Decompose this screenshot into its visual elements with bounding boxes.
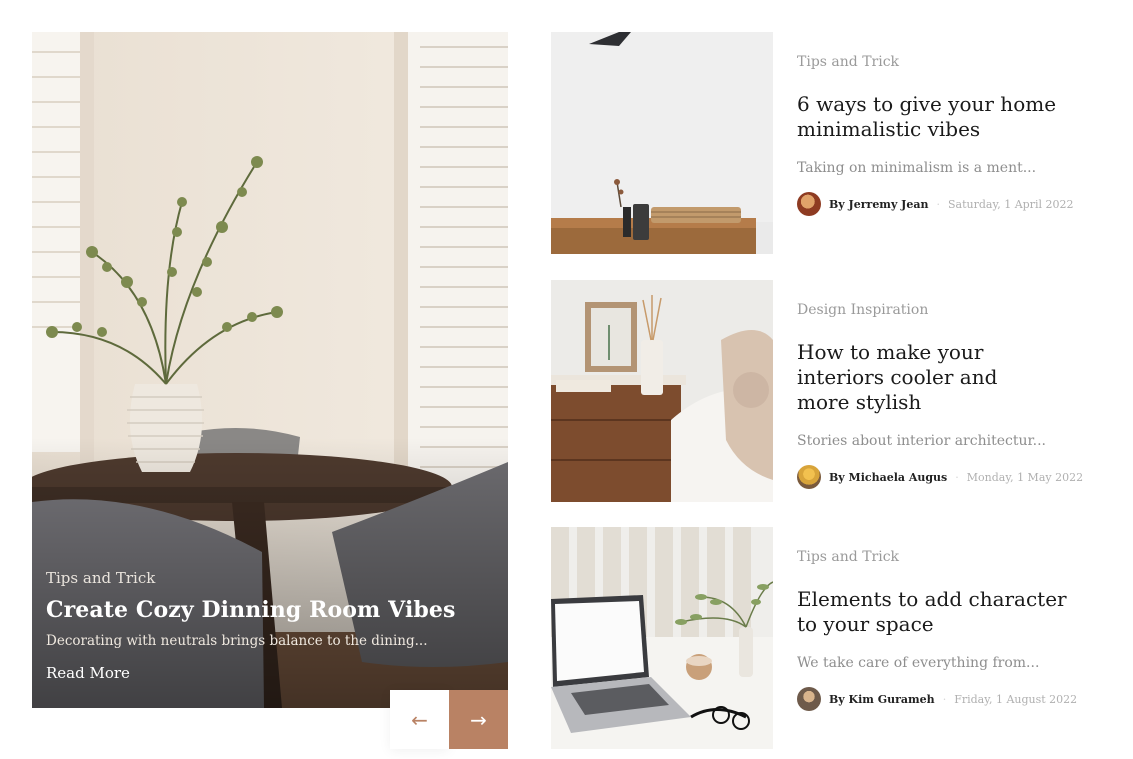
article-thumbnail[interactable] [551, 527, 773, 749]
publish-date: Friday, 1 August 2022 [954, 692, 1078, 706]
article-title[interactable]: Elements to add character to your space [797, 587, 1072, 637]
author-name[interactable]: By Kim Gurameh [829, 693, 935, 706]
publish-date: Monday, 1 May 2022 [966, 470, 1084, 484]
article-thumbnail[interactable] [551, 280, 773, 502]
article-body: Tips and Trick Elements to add character… [797, 549, 1117, 711]
article-body: Tips and Trick 6 ways to give your home … [797, 54, 1117, 216]
article-card[interactable]: Tips and Trick Elements to add character… [551, 527, 1111, 749]
next-slide-button[interactable]: → [449, 690, 508, 749]
author-name[interactable]: By Jerremy Jean [829, 198, 929, 211]
featured-post-title[interactable]: Create Cozy Dinning Room Vibes [46, 597, 494, 623]
featured-post-caption: Tips and Trick Create Cozy Dinning Room … [46, 569, 494, 682]
article-category[interactable]: Tips and Trick [797, 549, 1117, 565]
featured-post-card[interactable]: Tips and Trick Create Cozy Dinning Room … [32, 32, 508, 708]
article-meta: By Jerremy Jean · Saturday, 1 April 2022 [797, 192, 1117, 216]
arrow-right-icon: → [470, 707, 487, 732]
article-excerpt: We take care of everything from... [797, 655, 1040, 671]
featured-post-category[interactable]: Tips and Trick [46, 569, 494, 587]
article-meta: By Michaela Augus · Monday, 1 May 2022 [797, 465, 1117, 489]
meta-separator: · [936, 197, 941, 211]
article-category[interactable]: Tips and Trick [797, 54, 1117, 70]
article-body: Design Inspiration How to make your inte… [797, 302, 1117, 489]
arrow-left-icon: ← [411, 707, 428, 732]
meta-separator: · [955, 470, 959, 484]
featured-post-excerpt: Decorating with neutrals brings balance … [46, 633, 428, 649]
meta-separator: · [942, 692, 947, 706]
article-category[interactable]: Design Inspiration [797, 302, 1117, 318]
article-title[interactable]: 6 ways to give your home minimalistic vi… [797, 92, 1072, 142]
article-card[interactable]: Design Inspiration How to make your inte… [551, 280, 1111, 502]
read-more-link[interactable]: Read More [46, 664, 130, 682]
article-meta: By Kim Gurameh · Friday, 1 August 2022 [797, 687, 1117, 711]
author-name[interactable]: By Michaela Augus [829, 471, 947, 484]
article-thumbnail[interactable] [551, 32, 773, 254]
avatar [797, 465, 821, 489]
avatar [797, 687, 821, 711]
slider-controls: ← → [390, 690, 508, 749]
article-excerpt: Stories about interior architectur... [797, 433, 1046, 449]
article-card[interactable]: Tips and Trick 6 ways to give your home … [551, 32, 1111, 254]
article-excerpt: Taking on minimalism is a ment... [797, 160, 1037, 176]
avatar [797, 192, 821, 216]
previous-slide-button[interactable]: ← [390, 690, 449, 749]
publish-date: Saturday, 1 April 2022 [948, 197, 1074, 211]
article-title[interactable]: How to make your interiors cooler and mo… [797, 340, 1027, 415]
